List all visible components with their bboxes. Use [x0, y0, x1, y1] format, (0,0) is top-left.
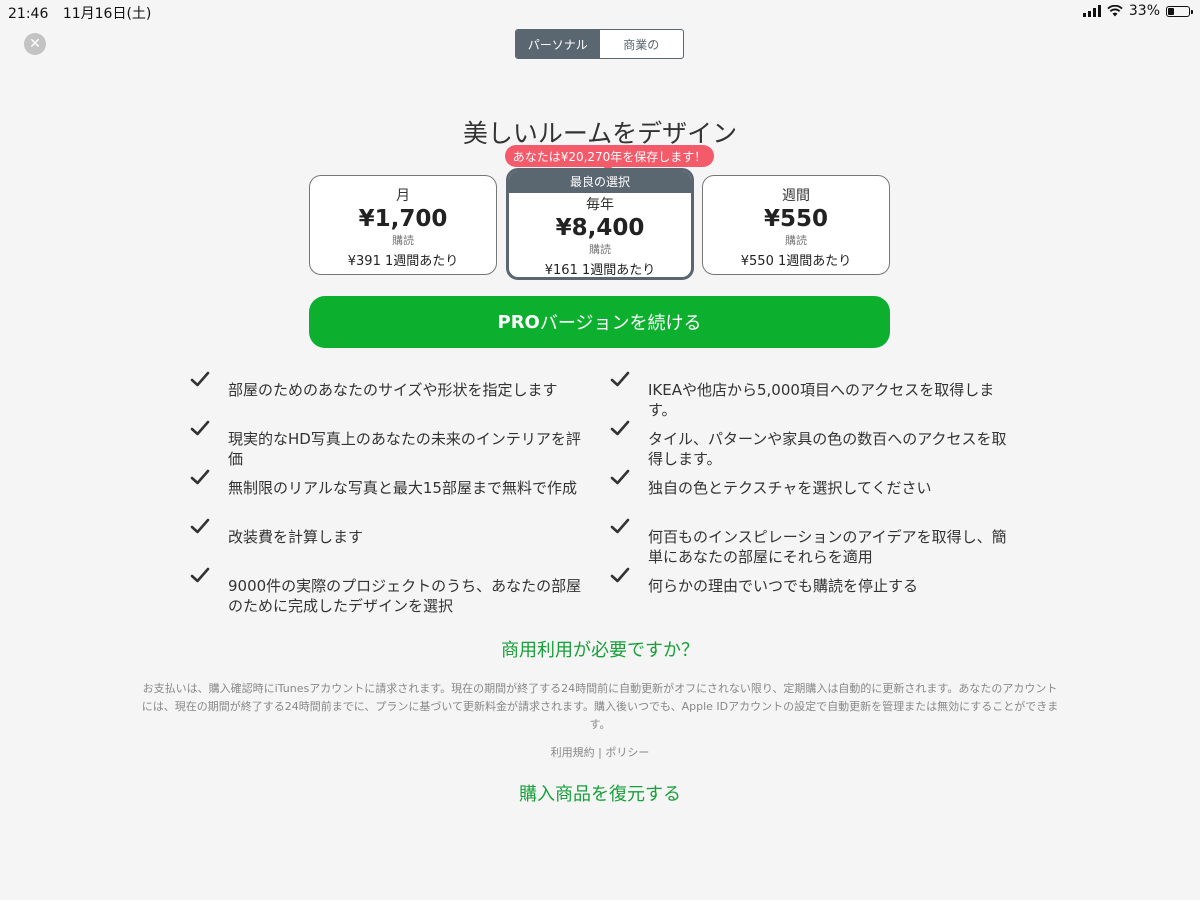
close-icon: ✕: [29, 36, 41, 52]
checkmark-icon: [610, 469, 630, 485]
feature-text: 現実的なHD写真上のあなたの未来のインテリアを評価: [228, 430, 581, 468]
plan-name: 週間: [782, 188, 810, 204]
commercial-use-link[interactable]: 商用利用が必要ですか？: [0, 636, 1200, 662]
close-button[interactable]: ✕: [24, 33, 46, 55]
feature-text: 何百ものインスピレーションのアイデアを取得し、簡単にあなたの部屋にそれらを適用: [648, 528, 1007, 566]
status-bar: 21:46 11月16日(土) 33%: [0, 0, 1200, 24]
feature-item: 現実的なHD写真上のあなたの未来のインテリアを評価: [190, 419, 590, 469]
feature-item: 9000件の実際のプロジェクトのうち、あなたの部屋のために完成したデザインを選択: [190, 566, 590, 616]
feature-item: タイル、パターンや家具の色の数百へのアクセスを取得します。: [610, 419, 1010, 469]
checkmark-icon: [190, 371, 210, 387]
checkmark-icon: [190, 567, 210, 583]
feature-item: 改装費を計算します: [190, 517, 590, 547]
feature-text: 9000件の実際のプロジェクトのうち、あなたの部屋のために完成したデザインを選択: [228, 577, 582, 615]
battery-level: [1168, 7, 1174, 15]
plan-weekly[interactable]: 週間 ¥550 購読 ¥550 1週間あたり: [702, 175, 890, 275]
feature-text: IKEAや他店から5,000項目へのアクセスを取得します。: [648, 381, 995, 419]
plan-monthly[interactable]: 月 ¥1,700 購読 ¥391 1週間あたり: [309, 175, 497, 275]
plan-type-segmented-control: パーソナル 商業の: [515, 29, 684, 59]
checkmark-icon: [610, 420, 630, 436]
feature-text: タイル、パターンや家具の色の数百へのアクセスを取得します。: [648, 430, 1007, 468]
status-time: 21:46: [8, 6, 49, 22]
feature-item: 無制限のリアルな写真と最大15部屋まで無料で作成: [190, 468, 590, 498]
continue-pro-button[interactable]: PRO バージョンを続ける: [309, 296, 890, 348]
terms-policy-links[interactable]: 利用規約 | ポリシー: [0, 744, 1200, 760]
tab-personal[interactable]: パーソナル: [516, 30, 600, 58]
feature-item: 何百ものインスピレーションのアイデアを取得し、簡単にあなたの部屋にそれらを適用: [610, 517, 1010, 567]
plan-weekly-price: ¥161 1週間あたり: [544, 263, 656, 278]
plan-subscription-label: 購読: [589, 243, 611, 256]
plan-yearly[interactable]: 最良の選択 毎年 ¥8,400 購読 ¥161 1週間あたり: [506, 168, 694, 280]
plan-price: ¥8,400: [555, 215, 645, 241]
checkmark-icon: [190, 420, 210, 436]
checkmark-icon: [610, 371, 630, 387]
plan-price: ¥1,700: [358, 206, 448, 232]
status-left: 21:46 11月16日(土): [8, 3, 151, 23]
savings-badge: あなたは¥20,270年を保存します！: [505, 145, 714, 172]
feature-item: 部屋のためのあなたのサイズや形状を指定します: [190, 370, 590, 400]
tab-business[interactable]: 商業の: [600, 30, 684, 58]
plan-weekly-price: ¥391 1週間あたり: [347, 254, 459, 269]
status-right: 33%: [1082, 3, 1193, 19]
checkmark-icon: [610, 518, 630, 534]
restore-purchases-link[interactable]: 購入商品を復元する: [0, 780, 1200, 806]
plan-price: ¥550: [763, 206, 828, 232]
feature-item: 何らかの理由でいつでも購読を停止する: [610, 566, 1010, 596]
plan-weekly-price: ¥550 1週間あたり: [740, 254, 852, 269]
checkmark-icon: [190, 469, 210, 485]
plan-name: 毎年: [586, 197, 614, 213]
billing-fineprint: お支払いは、購入確認時にiTunesアカウントに請求されます。現在の期間が終了す…: [141, 682, 1059, 731]
cta-bold-text: PRO: [497, 311, 540, 333]
battery-icon: [1166, 5, 1193, 17]
feature-item: 独自の色とテクスチャを選択してください: [610, 468, 1010, 498]
plan-subscription-label: 購読: [785, 234, 807, 247]
feature-item: IKEAや他店から5,000項目へのアクセスを取得します。: [610, 370, 1010, 420]
checkmark-icon: [190, 518, 210, 534]
feature-text: 何らかの理由でいつでも購読を停止する: [648, 577, 919, 595]
checkmark-icon: [610, 567, 630, 583]
wifi-icon: [1107, 5, 1123, 17]
status-date: 11月16日(土): [62, 6, 152, 22]
battery-percent: 33%: [1128, 3, 1160, 19]
cta-text: バージョンを続ける: [539, 313, 702, 334]
plan-subscription-label: 購読: [392, 234, 414, 247]
plan-name: 月: [396, 188, 410, 204]
feature-text: 部屋のためのあなたのサイズや形状を指定します: [228, 381, 558, 399]
cellular-signal-icon: [1082, 5, 1101, 17]
feature-text: 無制限のリアルな写真と最大15部屋まで無料で作成: [228, 479, 577, 497]
feature-text: 独自の色とテクスチャを選択してください: [648, 479, 932, 497]
feature-text: 改装費を計算します: [228, 528, 364, 546]
best-choice-label: 最良の選択: [509, 171, 691, 193]
